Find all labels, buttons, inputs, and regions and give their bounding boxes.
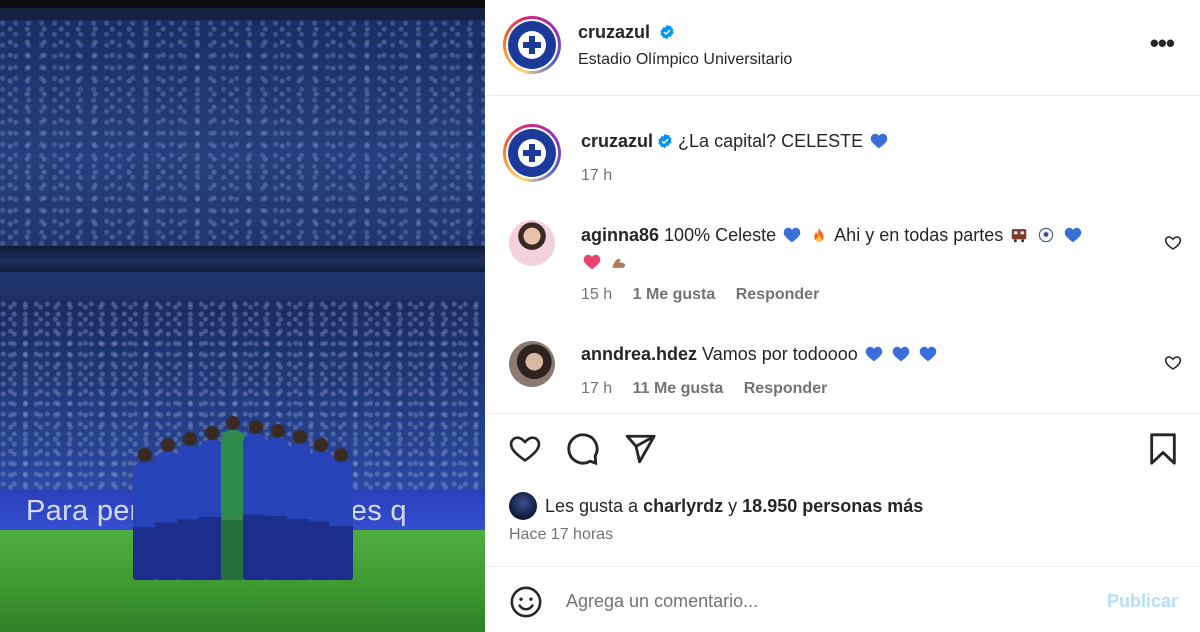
cruzazul-crest-logo [508,129,556,177]
add-comment-bar: Agrega un comentario... Publicar [485,566,1200,632]
likes-prefix: Les gusta a [545,495,639,516]
blue-heart-icon [783,227,801,243]
publish-button[interactable]: Publicar [1107,591,1178,612]
flexed-biceps-icon [612,258,626,268]
team-huddle [125,408,355,580]
likes-summary: Les gusta a charlyrdz y 18.950 personas … [509,492,923,520]
likes-connector: y [728,495,738,516]
comment-username[interactable]: anndrea.hdez [581,344,697,364]
fire-icon [814,227,824,243]
pink-heart-icon [583,254,601,270]
post-time[interactable]: Hace 17 horas [509,526,613,544]
share-icon[interactable] [623,432,657,466]
caption-text: ¿La capital? CELESTE [678,131,864,151]
comment-likes[interactable]: 11 Me gusta [633,380,724,397]
heart-icon[interactable] [508,432,542,466]
blue-heart-icon [919,346,937,362]
caption-line: cruzazul ¿La capital? CELESTE [581,131,890,152]
comment-meta: 17 h 11 Me gusta Responder [581,380,843,398]
cruzazul-crest-logo [508,21,556,69]
photo-top-edge [0,0,485,8]
comment-body-part: 100% Celeste [664,225,777,245]
comment-username[interactable]: aginna86 [581,225,659,245]
comment-text: aginna86 100% Celeste Ahi y en todas par… [581,222,1156,276]
commenter-avatar[interactable] [509,341,555,387]
blue-heart-icon [865,346,883,362]
divider [485,413,1200,414]
caption-time[interactable]: 17 h [581,167,612,185]
blue-heart-icon [892,346,910,362]
blue-heart-icon [870,133,888,149]
likes-count[interactable]: 18.950 personas más [742,496,923,517]
comment-time[interactable]: 17 h [581,380,612,397]
blue-heart-icon [1065,227,1082,243]
verified-icon [660,24,674,40]
verified-icon [658,133,672,149]
reply-button[interactable]: Responder [736,286,820,303]
emoji-icon[interactable] [509,585,543,619]
commenter-avatar[interactable] [509,220,555,266]
comment-icon[interactable] [566,432,600,466]
stadium-rail [0,246,485,272]
post-photo[interactable]: Para pertenecer hoy tienes q [0,0,485,632]
comment-time[interactable]: 15 h [581,286,612,303]
comment-body-part: Vamos por todoooo [702,344,858,364]
bookmark-icon[interactable] [1146,432,1180,466]
train-icon [1012,229,1027,243]
post-header: cruzazul Estadio Olímpico Universitario … [485,0,1200,96]
caption-avatar[interactable] [503,124,561,182]
caption-username[interactable]: cruzazul [581,131,653,151]
account-avatar[interactable] [503,16,561,74]
heart-icon[interactable] [1164,234,1182,252]
post-location[interactable]: Estadio Olímpico Universitario [578,51,792,69]
more-options-icon[interactable]: ••• [1150,30,1175,56]
heart-icon[interactable] [1164,354,1182,372]
comment-meta: 15 h 1 Me gusta Responder [581,286,835,304]
soccer-ball-icon [1039,227,1054,243]
post-side-panel: cruzazul Estadio Olímpico Universitario … [485,0,1200,632]
comment-likes[interactable]: 1 Me gusta [633,286,716,303]
account-username[interactable]: cruzazul [578,22,650,42]
comment-body-part: Ahi y en todas partes [834,225,1004,245]
stadium-stands-upper [0,20,485,250]
liker-username[interactable]: charlyrdz [643,496,723,517]
liker-avatar[interactable] [509,492,537,520]
comment-text: anndrea.hdez Vamos por todoooo [581,341,1156,368]
reply-button[interactable]: Responder [744,380,828,397]
account-username-row[interactable]: cruzazul [578,22,675,43]
comment-input[interactable]: Agrega un comentario... [566,591,758,612]
